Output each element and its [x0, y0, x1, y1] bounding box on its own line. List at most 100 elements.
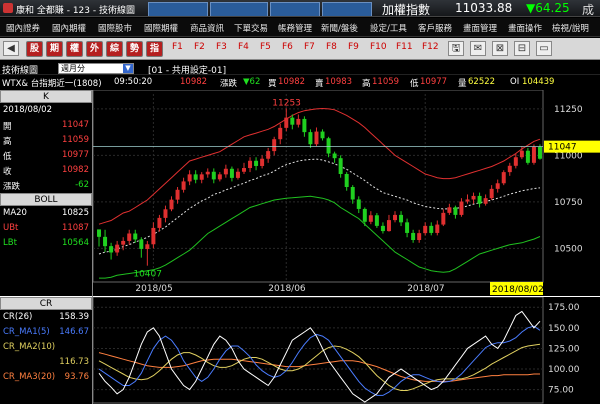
menu-account[interactable]: 帳務管理 [278, 22, 312, 34]
f8-key[interactable]: F8 [326, 42, 337, 52]
candle-body [423, 225, 428, 234]
menu-view-help[interactable]: 檢視/說明 [552, 22, 589, 34]
window-icon[interactable]: ▭ [536, 41, 552, 56]
candle-body [127, 233, 132, 241]
f5-key[interactable]: F5 [260, 42, 271, 52]
high-label: 高 [362, 79, 371, 89]
f10-key[interactable]: F10 [370, 42, 387, 52]
menu-customer-service[interactable]: 客戶服務 [418, 22, 452, 34]
f1-key[interactable]: F1 [172, 42, 183, 52]
candle-body [380, 225, 385, 232]
cr-panel-header[interactable]: CR [0, 297, 92, 310]
boll-lower-value: 10564 [61, 238, 89, 248]
back-icon[interactable]: ◀ [3, 41, 19, 56]
candle-body [447, 207, 452, 213]
f3-key[interactable]: F3 [216, 42, 227, 52]
k-panel-header[interactable]: K [0, 90, 92, 103]
f7-key[interactable]: F7 [304, 42, 315, 52]
window-tab-4[interactable] [322, 2, 372, 16]
cr-ma2-value-row: 116.73 [0, 355, 92, 370]
mail-icon[interactable]: ✉ [470, 41, 486, 56]
options-button[interactable]: 權 [66, 41, 83, 57]
boll-ma-row: MA20 10825 [0, 206, 92, 221]
toolbar: ◀ 股 期 權 外 綜 勢 指 F1 F2 F3 F4 F5 F6 F7 F8 … [0, 38, 600, 60]
cr-ma1-label: CR_MA1(5) [3, 327, 50, 337]
oi-value: 104439 [522, 77, 555, 87]
menu-order-trading[interactable]: 下單交易 [234, 22, 268, 34]
k-date-row: 2018/08/02 [0, 103, 92, 118]
index-name: 加權指數 [382, 3, 431, 17]
candle-body [103, 236, 108, 247]
candle-body [525, 150, 530, 163]
trend-button[interactable]: 勢 [126, 41, 143, 57]
menu-domestic-futures[interactable]: 國內期權 [52, 22, 86, 34]
minimize-icon[interactable]: ⊟ [514, 41, 530, 56]
boll-ma-label: MA20 [3, 208, 27, 218]
candle-body [115, 244, 120, 253]
close-window-icon[interactable]: ⊠ [492, 41, 508, 56]
stock-button[interactable]: 股 [26, 41, 43, 57]
symbol-label: WTX& 台指期近一(1808) [2, 79, 102, 89]
k-high-label: 高 [3, 137, 12, 147]
foreign-button[interactable]: 外 [86, 41, 103, 57]
cr-ma1-value: 146.67 [59, 327, 89, 337]
f6-key[interactable]: F6 [282, 42, 293, 52]
boll-panel-header[interactable]: BOLL [0, 193, 92, 206]
k-close-label: 收 [3, 167, 12, 177]
k-low-value: 10977 [61, 150, 89, 160]
menu-news[interactable]: 新聞/盤後 [321, 22, 358, 34]
menu-settings-tools[interactable]: 設定/工具 [370, 22, 407, 34]
menu-screen-operate[interactable]: 畫面操作 [508, 22, 542, 34]
candle-body [248, 160, 253, 169]
menu-global-futures[interactable]: 國際期權 [144, 22, 178, 34]
menu-product-info[interactable]: 商品資訊 [190, 22, 224, 34]
summary-button[interactable]: 綜 [106, 41, 123, 57]
candle-body [338, 158, 343, 174]
candle-body [332, 153, 337, 159]
f12-key[interactable]: F12 [422, 42, 439, 52]
f4-key[interactable]: F4 [238, 42, 249, 52]
futures-button[interactable]: 期 [46, 41, 63, 57]
x-axis-label-1: 2018/06 [268, 284, 306, 294]
candle-body [477, 195, 482, 204]
cr-indicator-chart[interactable]: 175.00 150.00 125.00 100.00 75.00 [93, 297, 600, 404]
window-tab-2[interactable] [210, 2, 268, 16]
index-button[interactable]: 指 [146, 41, 163, 57]
candle-body [223, 168, 228, 175]
chart-setting-label[interactable]: [01 - 共用設定-01] [148, 63, 226, 76]
window-tab-1[interactable] [148, 2, 208, 16]
cr-y-tick-4: 75.00 [548, 386, 574, 396]
cr-ma3-value: 93.76 [64, 372, 89, 382]
period-select[interactable]: 週月分 ▼ [58, 63, 134, 74]
candle-body [133, 233, 138, 240]
time-label: 09:50:20 [114, 77, 153, 87]
menu-global-stocks[interactable]: 國際股市 [98, 22, 132, 34]
boll-upper-value: 11087 [61, 223, 89, 233]
f2-key[interactable]: F2 [194, 42, 205, 52]
menu-domestic-securities[interactable]: 國內證券 [6, 22, 40, 34]
change-value: ▼62 [243, 77, 261, 87]
candle-body [145, 244, 150, 249]
candlestick-chart[interactable]: 11250 11000 10750 10500 11047 11253 10407 2018/… [93, 90, 600, 296]
candle-body [151, 227, 156, 245]
f9-key[interactable]: F9 [348, 42, 359, 52]
dropdown-arrow-icon[interactable]: ▼ [123, 64, 133, 73]
k-change-row: 漲跌 -62 [0, 178, 92, 193]
candle-body [350, 187, 355, 200]
menu-bar: 國內證券 國內期權 國際股市 國際期權 商品資訊 下單交易 帳務管理 新聞/盤後… [0, 18, 600, 37]
candle-body [139, 239, 144, 249]
candle-body [296, 118, 301, 125]
candle-body [254, 160, 259, 166]
menu-screen-manage[interactable]: 畫面管理 [463, 22, 497, 34]
last-price: 10982 [180, 77, 208, 87]
window-tab-3[interactable] [270, 2, 320, 16]
boll-ma-value: 10825 [61, 208, 89, 218]
save-icon[interactable]: 🖫 [448, 41, 464, 56]
cr-ma2-label: CR_MA2(10) [3, 342, 56, 352]
candle-body [393, 214, 398, 221]
candle-body [217, 174, 222, 180]
f11-key[interactable]: F11 [396, 42, 413, 52]
candle-body [399, 214, 404, 223]
period-value: 週月分 [61, 64, 85, 73]
candle-body [278, 127, 283, 140]
